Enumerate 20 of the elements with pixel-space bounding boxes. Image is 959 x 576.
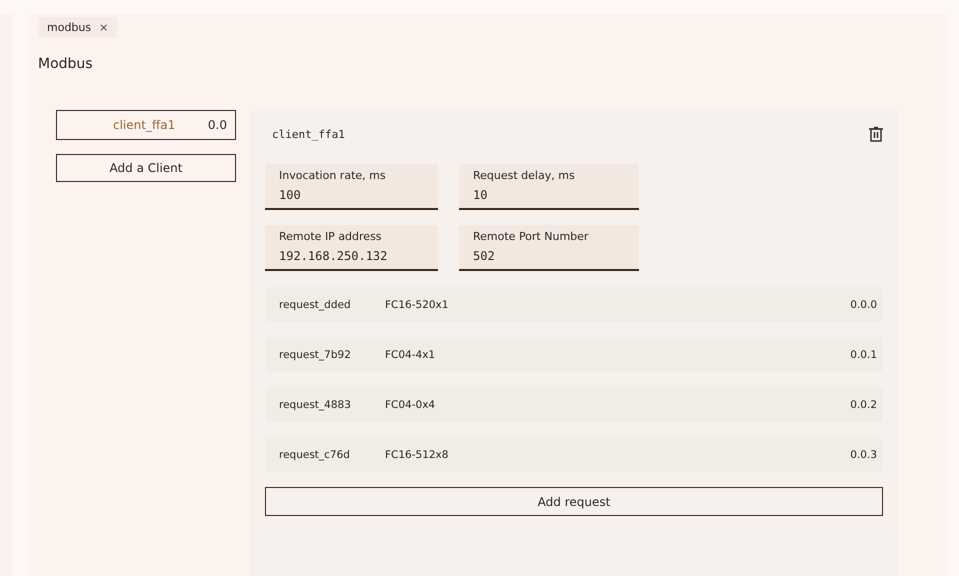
client-item[interactable]: client_ffa1 0.0 <box>56 110 236 140</box>
input-field[interactable]: Invocation rate, ms 100 <box>265 164 438 210</box>
field-input[interactable]: 10 <box>473 188 625 202</box>
field-input[interactable]: 192.168.250.132 <box>279 249 424 263</box>
request-row[interactable]: request_4883 FC04-0x4 0.0.2 <box>265 387 883 422</box>
request-row[interactable]: request_c76d FC16-512x8 0.0.3 <box>265 437 883 472</box>
tab[interactable]: modbus × <box>38 17 118 38</box>
request-row[interactable]: request_7b92 FC04-4x1 0.0.1 <box>265 337 883 372</box>
close-icon[interactable]: × <box>99 21 108 34</box>
input-field[interactable]: Remote IP address 192.168.250.132 <box>265 225 438 271</box>
add-request-button[interactable]: Add request <box>265 487 883 516</box>
input-field[interactable]: Remote Port Number 502 <box>459 225 639 271</box>
input-field[interactable]: Request delay, ms 10 <box>459 164 639 210</box>
add-client-button[interactable]: Add a Client <box>56 154 236 182</box>
field-input[interactable]: 100 <box>279 188 424 202</box>
page-title: Modbus <box>38 56 94 72</box>
delete-icon[interactable] <box>869 126 883 142</box>
request-row[interactable]: request_dded FC16-520x1 0.0.0 <box>265 287 883 322</box>
client-name: client_ffa1 <box>272 128 345 140</box>
field-input[interactable]: 502 <box>473 249 625 263</box>
